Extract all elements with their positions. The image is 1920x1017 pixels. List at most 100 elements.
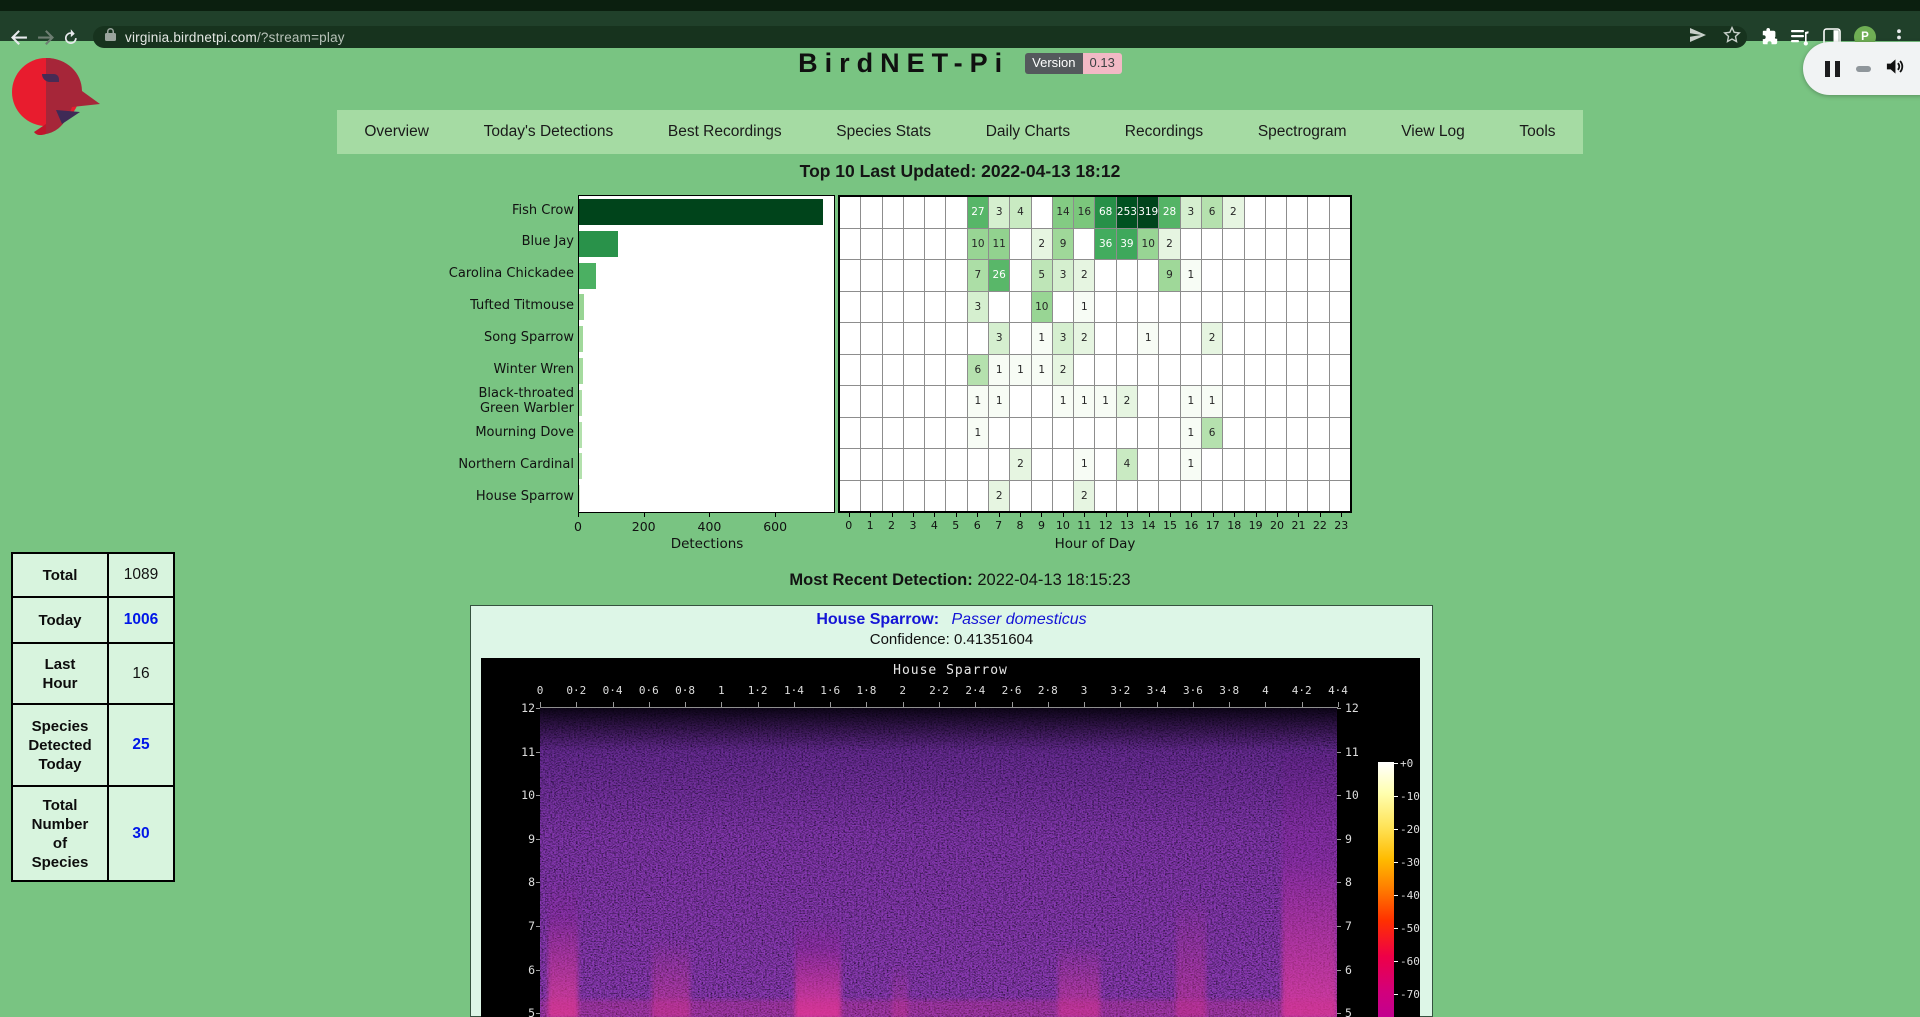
nav-item-daily-charts[interactable]: Daily Charts [978, 123, 1078, 141]
heatmap-cell [1223, 449, 1243, 480]
heatmap-cell [840, 355, 860, 386]
heatmap-axis-tick-label: 8 [1009, 519, 1031, 532]
heatmap-cell: 28 [1159, 197, 1179, 228]
heatmap-cell [1159, 355, 1179, 386]
heatmap-cell [1308, 197, 1328, 228]
heatmap-cell: 3 [989, 197, 1009, 228]
heatmap-cell [1138, 386, 1158, 417]
most-recent-heading: Most Recent Detection: 2022-04-13 18:15:… [0, 571, 1920, 590]
heatmap-cell: 14 [1053, 197, 1073, 228]
spectrogram-time-tick [1193, 702, 1194, 707]
send-icon[interactable] [1689, 27, 1707, 48]
nav-item-best-recordings[interactable]: Best Recordings [660, 123, 790, 141]
heatmap-cell [1138, 449, 1158, 480]
spectrogram-time-tick-label: 3·6 [1176, 684, 1210, 697]
heatmap-cell [946, 323, 966, 354]
heatmap-cell [1202, 481, 1222, 512]
colorbar-tick [1394, 895, 1398, 896]
heatmap-axis-tick-label: 16 [1180, 519, 1202, 532]
heatmap-cell [1330, 197, 1350, 228]
heatmap-cell [1138, 481, 1158, 512]
colorbar-tick [1394, 961, 1398, 962]
heatmap-cell [1308, 481, 1328, 512]
spectrogram-time-tick [1229, 702, 1230, 707]
heatmap-cell [1010, 229, 1030, 260]
heatmap-cell [1245, 418, 1265, 449]
heatmap-cell: 253 [1117, 197, 1137, 228]
heatmap-cell [1138, 355, 1158, 386]
nav-item-spectrogram[interactable]: Spectrogram [1250, 123, 1355, 141]
nav-item-recordings[interactable]: Recordings [1117, 123, 1211, 141]
heatmap-axis-tick-label: 10 [1052, 519, 1074, 532]
heatmap-axis-tick-label: 15 [1159, 519, 1181, 532]
spectrogram-time-tick [1084, 702, 1085, 707]
species-label: Blue Jay [440, 227, 574, 259]
stats-value-link[interactable]: 1006 [108, 597, 174, 643]
heatmap-cell: 39 [1117, 229, 1137, 260]
heatmap-cell [1159, 323, 1179, 354]
spectrogram-time-tick-label: 2·8 [1031, 684, 1065, 697]
spectrogram-time-tick-label: 1·4 [777, 684, 811, 697]
heatmap-cell: 36 [1095, 229, 1115, 260]
heatmap-cell [1308, 449, 1328, 480]
heatmap-cell [1159, 386, 1179, 417]
heatmap-cell [1010, 481, 1030, 512]
species-label: Mourning Dove [440, 418, 574, 450]
heatmap-cell: 3 [1053, 260, 1073, 291]
heatmap-cell [1245, 481, 1265, 512]
detection-common-name[interactable]: House Sparrow: [816, 611, 939, 628]
top10-heading: Top 10 Last Updated: 2022-04-13 18:12 [0, 161, 1920, 182]
nav-item-today-s-detections[interactable]: Today's Detections [476, 123, 622, 141]
main-nav: Overview Today's Detections Best Recording… [337, 110, 1583, 154]
heatmap-cell [1245, 386, 1265, 417]
spectrogram-time-tick-label: 2·6 [995, 684, 1029, 697]
most-recent-label: Most Recent Detection: [789, 571, 972, 589]
heatmap-cell [925, 355, 945, 386]
nav-item-species-stats[interactable]: Species Stats [828, 123, 939, 141]
heatmap-cell: 16 [1074, 197, 1094, 228]
heatmap-cell: 2 [1202, 323, 1222, 354]
spectrogram-time-tick-label: 0·6 [632, 684, 666, 697]
nav-item-view-log[interactable]: View Log [1393, 123, 1472, 141]
heatmap-cell [1053, 418, 1073, 449]
heatmap-cell [1223, 386, 1243, 417]
heatmap-axis-tick [1063, 513, 1064, 517]
spectrogram-freq-tick-label: 10 [1345, 788, 1371, 802]
stats-row: Species Detected Today25 [12, 704, 174, 786]
spectrogram-freq-tick-label: 11 [509, 745, 535, 759]
heatmap-cell [1138, 260, 1158, 291]
heatmap-cell: 1 [1181, 260, 1201, 291]
stats-value-link[interactable]: 30 [108, 786, 174, 881]
heatmap-cell [1032, 418, 1052, 449]
heatmap-cell [1287, 260, 1307, 291]
heatmap-cell [1287, 197, 1307, 228]
heatmap-cell [1287, 323, 1307, 354]
heatmap-axis-tick [934, 513, 935, 517]
heatmap-cell [1053, 481, 1073, 512]
heatmap-cell: 4 [1117, 449, 1137, 480]
heatmap-cell: 2 [1010, 449, 1030, 480]
heatmap-cell [1330, 481, 1350, 512]
heatmap-cell [1245, 323, 1265, 354]
spectrogram-time-tick [540, 702, 541, 707]
version-label: Version [1025, 53, 1082, 74]
heatmap-cell [1053, 292, 1073, 323]
heatmap-cell [1010, 323, 1030, 354]
stats-value-link[interactable]: 25 [108, 704, 174, 786]
heatmap-cell [1053, 449, 1073, 480]
url-bar[interactable]: virginia.birdnetpi.com/?stream=play [93, 26, 1747, 48]
heatmap-axis-tick-label: 4 [923, 519, 945, 532]
nav-item-tools[interactable]: Tools [1511, 123, 1563, 141]
heatmap-cell [1245, 449, 1265, 480]
heatmap-cell [1181, 355, 1201, 386]
heatmap-cell: 3 [1181, 197, 1201, 228]
heatmap-cell [1095, 449, 1115, 480]
heatmap-cell: 10 [968, 229, 988, 260]
heatmap-cell: 319 [1138, 197, 1158, 228]
species-label: Fish Crow [440, 195, 574, 227]
heatmap-cell [1245, 260, 1265, 291]
heatmap-cell: 3 [1053, 323, 1073, 354]
heatmap-cell [946, 355, 966, 386]
heatmap-cell [1202, 260, 1222, 291]
nav-item-overview[interactable]: Overview [356, 123, 437, 141]
